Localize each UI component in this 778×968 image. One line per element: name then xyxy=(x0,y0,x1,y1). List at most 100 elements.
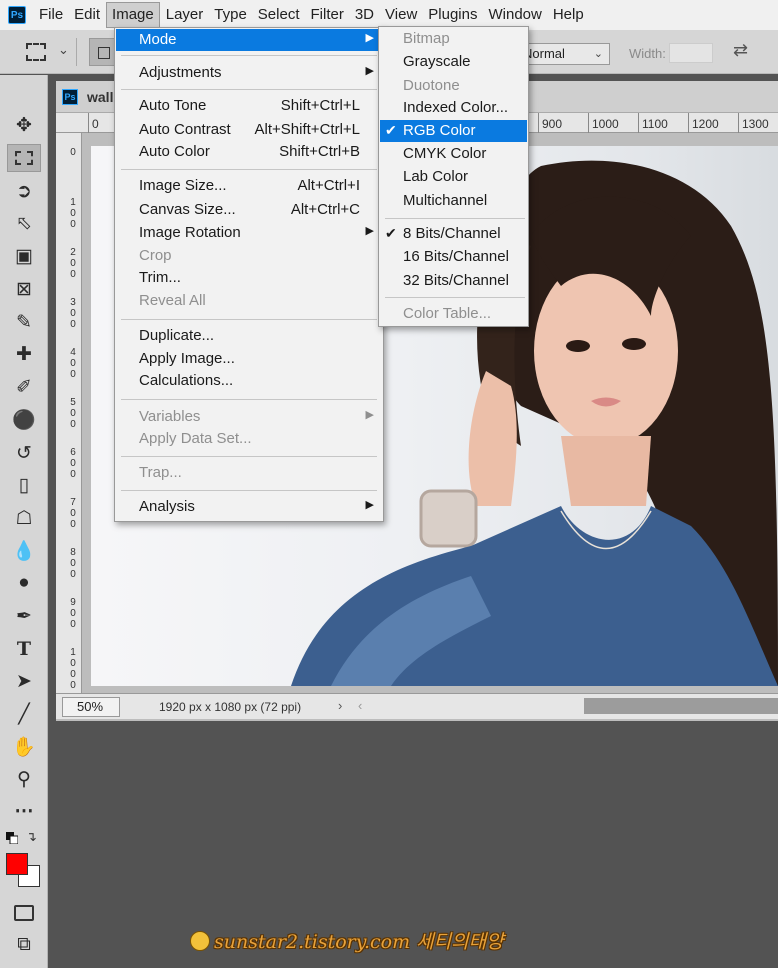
object-selection-tool-icon[interactable]: ⬁ xyxy=(7,209,41,237)
menu-item-label: Lab Color xyxy=(403,168,469,185)
zoom-level-field[interactable]: 50% xyxy=(62,697,120,717)
marquee-preset-icon[interactable] xyxy=(26,43,46,61)
menu-window[interactable]: Window xyxy=(483,2,546,28)
menu-item-mode[interactable]: Mode ▶ xyxy=(116,29,382,51)
type-tool-icon[interactable]: T xyxy=(7,635,41,663)
menu-item-duplicate[interactable]: Duplicate... xyxy=(116,325,382,347)
menu-item-label: Image Rotation xyxy=(139,224,241,241)
menu-separator xyxy=(121,55,377,56)
chevron-left-icon[interactable]: ‹ xyxy=(358,698,362,713)
menu-item-calculations[interactable]: Calculations... xyxy=(116,370,382,392)
menu-filter[interactable]: Filter xyxy=(306,2,349,28)
quick-mask-icon[interactable] xyxy=(7,899,41,927)
menu-item-label: 16 Bits/Channel xyxy=(403,248,509,265)
eyedropper-tool-icon[interactable]: ✎ xyxy=(7,308,41,336)
menu-item-auto-tone[interactable]: Auto Tone Shift+Ctrl+L xyxy=(116,95,382,117)
menu-item-label: Calculations... xyxy=(139,372,234,389)
swap-width-height-icon[interactable]: ⇄ xyxy=(733,40,748,61)
menu-view[interactable]: View xyxy=(380,2,422,28)
mode-item-grayscale[interactable]: Grayscale xyxy=(380,51,527,73)
left-eye xyxy=(566,340,590,352)
line-tool-icon[interactable]: ╱ xyxy=(7,700,41,728)
neck-shape xyxy=(561,436,651,506)
mode-item-indexed-color[interactable]: Indexed Color... xyxy=(380,97,527,119)
blur-tool-icon[interactable]: 💧 xyxy=(7,537,41,565)
ruler-label: 4 0 0 xyxy=(70,347,76,380)
menu-edit[interactable]: Edit xyxy=(69,2,105,28)
menu-image[interactable]: Image xyxy=(106,2,160,28)
menu-item-auto-contrast[interactable]: Auto Contrast Alt+Shift+Ctrl+L xyxy=(116,119,382,141)
ruler-label: 1100 xyxy=(642,117,668,131)
brush-tool-icon[interactable]: ✐ xyxy=(7,373,41,401)
swap-colors-icon[interactable]: ↴ xyxy=(26,829,37,845)
paint-bucket-tool-icon[interactable]: ☖ xyxy=(7,504,41,532)
eraser-tool-icon[interactable]: ▯ xyxy=(7,471,41,499)
dodge-tool-icon[interactable]: ● xyxy=(7,569,41,597)
menu-item-adjustments[interactable]: Adjustments ▶ xyxy=(116,62,382,84)
default-colors-icon[interactable] xyxy=(6,832,18,844)
ruler-tick xyxy=(638,113,639,133)
watermark-text: sunstar2.tistory.com 세티의태양 xyxy=(214,931,504,953)
menu-item-label: Canvas Size... xyxy=(139,201,236,218)
mode-item-lab-color[interactable]: Lab Color xyxy=(380,166,527,188)
width-input[interactable] xyxy=(669,43,713,63)
menu-item-trap: Trap... xyxy=(116,462,382,484)
ruler-tick xyxy=(88,113,89,133)
menu-item-canvas-size[interactable]: Canvas Size... Alt+Ctrl+C xyxy=(116,199,382,221)
ruler-label: 8 0 0 xyxy=(70,547,76,580)
ruler-label: 3 0 0 xyxy=(70,297,76,330)
menu-item-label: 8 Bits/Channel xyxy=(403,225,501,242)
submenu-arrow-icon: ▶ xyxy=(365,499,374,511)
menu-item-auto-color[interactable]: Auto Color Shift+Ctrl+B xyxy=(116,141,382,163)
menu-item-label: CMYK Color xyxy=(403,145,487,162)
crop-tool-icon[interactable]: ▣ xyxy=(7,242,41,270)
chevron-right-icon[interactable]: › xyxy=(338,698,342,713)
mode-item-8-bits[interactable]: ✔ 8 Bits/Channel xyxy=(380,223,527,245)
move-tool-icon[interactable]: ✥ xyxy=(7,111,41,139)
menu-file[interactable]: File xyxy=(34,2,68,28)
menu-type[interactable]: Type xyxy=(209,2,252,28)
menu-separator xyxy=(121,456,377,457)
path-selection-tool-icon[interactable]: ➤ xyxy=(7,667,41,695)
history-brush-tool-icon[interactable]: ↺ xyxy=(7,439,41,467)
frame-tool-icon[interactable]: ⊠ xyxy=(7,275,41,303)
clone-stamp-tool-icon[interactable]: ⚫ xyxy=(7,406,41,434)
spot-healing-brush-tool-icon[interactable]: ✚ xyxy=(7,340,41,368)
mode-item-multichannel[interactable]: Multichannel xyxy=(380,190,527,212)
zoom-tool-icon[interactable]: ⚲ xyxy=(7,765,41,793)
screen-mode-icon[interactable]: ⧉ xyxy=(7,931,41,959)
options-divider xyxy=(76,38,77,66)
new-selection-button[interactable] xyxy=(89,38,117,66)
hand-tool-icon[interactable]: ✋ xyxy=(7,733,41,761)
edit-toolbar-icon[interactable]: ⋯ xyxy=(7,797,41,825)
watch-shape xyxy=(419,489,478,548)
ruler-label: 1 0 0 0 xyxy=(70,647,76,691)
menu-3d[interactable]: 3D xyxy=(350,2,379,28)
pen-tool-icon[interactable]: ✒ xyxy=(7,602,41,630)
mode-item-rgb-color[interactable]: ✔ RGB Color xyxy=(380,120,527,142)
menu-item-variables: Variables ▶ xyxy=(116,406,382,428)
ruler-label: 2 0 0 xyxy=(70,247,76,280)
tools-panel: ✥ ➲ ⬁ ▣ ⊠ ✎ ✚ ✐ ⚫ ↺ ▯ ☖ 💧 ● ✒ T ➤ ╱ ✋ ⚲ … xyxy=(0,75,48,968)
mode-item-cmyk-color[interactable]: CMYK Color xyxy=(380,143,527,165)
foreground-color-swatch[interactable] xyxy=(6,853,28,875)
mode-item-32-bits[interactable]: 32 Bits/Channel xyxy=(380,270,527,292)
menu-select[interactable]: Select xyxy=(253,2,305,28)
document-info[interactable]: 1920 px x 1080 px (72 ppi) xyxy=(159,700,301,714)
vertical-ruler[interactable]: 0 1 0 0 2 0 0 3 0 0 4 0 0 5 0 0 6 0 0 7 0 0 8 0 … xyxy=(56,133,82,693)
chevron-down-icon[interactable]: ⌄ xyxy=(58,42,69,58)
lasso-tool-icon[interactable]: ➲ xyxy=(7,177,41,205)
horizontal-scrollbar-thumb[interactable] xyxy=(584,698,778,714)
menu-item-image-size[interactable]: Image Size... Alt+Ctrl+I xyxy=(116,175,382,197)
menu-item-apply-image[interactable]: Apply Image... xyxy=(116,348,382,370)
menu-item-label: Trap... xyxy=(139,464,182,481)
menu-item-analysis[interactable]: Analysis ▶ xyxy=(116,496,382,518)
menu-item-trim[interactable]: Trim... xyxy=(116,267,382,289)
mode-item-16-bits[interactable]: 16 Bits/Channel xyxy=(380,246,527,268)
menu-plugins[interactable]: Plugins xyxy=(423,2,482,28)
menu-item-label: Reveal All xyxy=(139,292,206,309)
menu-item-image-rotation[interactable]: Image Rotation ▶ xyxy=(116,222,382,244)
menu-help[interactable]: Help xyxy=(548,2,589,28)
menu-layer[interactable]: Layer xyxy=(161,2,209,28)
rectangular-marquee-tool-icon[interactable] xyxy=(7,144,41,172)
